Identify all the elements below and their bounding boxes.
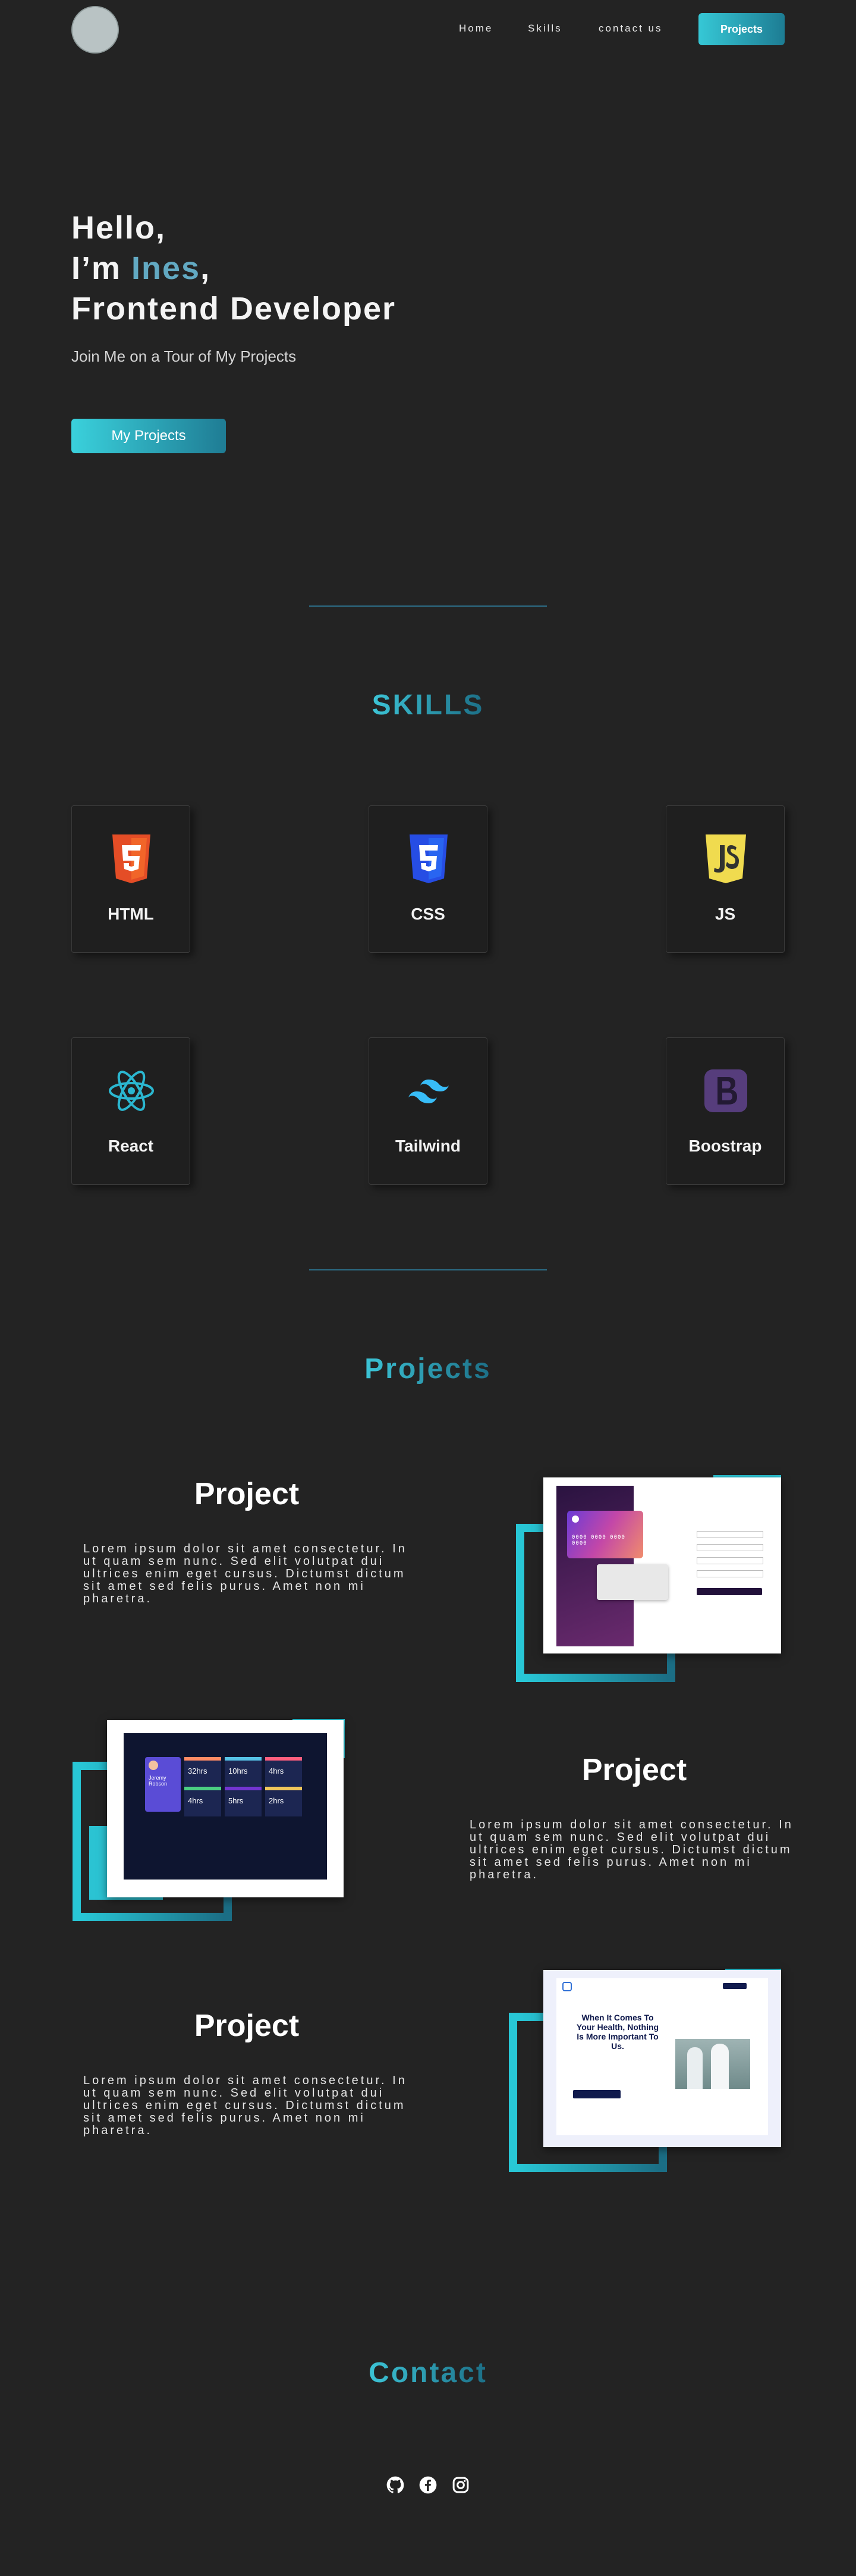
form-field[interactable] [697, 1570, 763, 1577]
project-screenshot[interactable]: Jeremy Robson 32hrs 10hrs 4hrs 4hrs 5hrs… [107, 1720, 344, 1897]
confirm-button[interactable] [697, 1588, 762, 1595]
nav-button[interactable] [723, 1983, 747, 1989]
project-screenshot[interactable]: When It Comes To Your Health, Nothing Is… [543, 1970, 781, 2147]
react-icon [109, 1071, 154, 1111]
stat-value: 32hrs [188, 1767, 207, 1775]
stat-value: 4hrs [188, 1796, 203, 1805]
instagram-icon[interactable] [452, 2476, 470, 2494]
skill-label: React [108, 1137, 154, 1155]
card-back [597, 1564, 668, 1600]
projects-nav-button[interactable]: Projects [698, 13, 785, 45]
bootstrap-icon [704, 1069, 747, 1112]
avatar [149, 1761, 158, 1770]
stat-card: 5hrs [225, 1787, 262, 1816]
project-description: Lorem ipsum dolor sit amet consectetur. … [83, 1542, 407, 1605]
skill-card-html: HTML [71, 805, 190, 953]
nav-home[interactable]: Home [459, 23, 493, 34]
hero-greeting: Hello, [71, 210, 166, 246]
stat-card: 4hrs [184, 1787, 221, 1816]
logo-icon [562, 1982, 572, 1991]
card-number: 0000 0000 0000 0000 [572, 1535, 625, 1546]
hero-intro-prefix: I’m [71, 250, 132, 286]
skill-card-react: React [71, 1037, 190, 1185]
skill-card-tailwind: Tailwind [369, 1037, 487, 1185]
cta-button[interactable] [573, 2090, 621, 2098]
hero-subtitle: Join Me on a Tour of My Projects [71, 347, 297, 365]
dashboard-screen: Jeremy Robson 32hrs 10hrs 4hrs 4hrs 5hrs… [124, 1733, 327, 1880]
health-heading: When It Comes To Your Health, Nothing Is… [576, 2013, 659, 2051]
profile-card: Jeremy Robson [145, 1757, 181, 1812]
nav-skills[interactable]: Skills [528, 23, 562, 34]
hero-role: Frontend Developer [71, 291, 396, 327]
my-projects-button[interactable]: My Projects [71, 419, 226, 453]
section-divider [309, 1269, 547, 1270]
contact-title-text: Contact [369, 2357, 487, 2389]
js-icon [706, 834, 746, 883]
projects-title-text: Projects [364, 1353, 492, 1385]
skill-label: CSS [411, 905, 445, 923]
projects-title: Projects [0, 1353, 856, 1385]
form-field[interactable] [697, 1544, 763, 1551]
profile-name: Jeremy Robson [149, 1775, 168, 1787]
skill-card-bootstrap: Boostrap [666, 1037, 785, 1185]
github-icon[interactable] [386, 2476, 404, 2494]
hero-intro: I’m Ines, [71, 250, 210, 287]
stat-card: 2hrs [265, 1787, 302, 1816]
skills-title-text: SKILLS [372, 689, 484, 721]
project-title: Project [581, 1753, 687, 1787]
stat-card: 4hrs [265, 1757, 302, 1787]
stat-value: 4hrs [269, 1767, 284, 1775]
facebook-icon[interactable] [419, 2476, 437, 2494]
contact-title: Contact [0, 2357, 856, 2389]
skill-card-js: JS [666, 805, 785, 953]
nav-contact[interactable]: contact us [599, 23, 663, 34]
form-field[interactable] [697, 1557, 763, 1564]
tailwind-icon [408, 1080, 449, 1103]
stat-value: 5hrs [228, 1796, 244, 1805]
skill-card-css: CSS [369, 805, 487, 953]
project-title: Project [194, 2009, 300, 2043]
stat-value: 2hrs [269, 1796, 284, 1805]
health-site: When It Comes To Your Health, Nothing Is… [556, 1978, 768, 2135]
avatar [71, 6, 119, 54]
stat-card: 10hrs [225, 1757, 262, 1787]
doctor-figure [687, 2047, 703, 2089]
project-description: Lorem ipsum dolor sit amet consectetur. … [83, 2074, 407, 2137]
skills-title: SKILLS [0, 689, 856, 721]
skill-label: Boostrap [688, 1137, 762, 1155]
css3-icon [410, 834, 448, 883]
project-description: Lorem ipsum dolor sit amet consectetur. … [470, 1818, 794, 1881]
card-chip [572, 1516, 579, 1523]
doctors-image [675, 2039, 750, 2089]
hero-intro-suffix: , [200, 250, 211, 286]
skill-label: HTML [108, 905, 154, 923]
project-screenshot[interactable]: 0000 0000 0000 0000 [543, 1477, 781, 1653]
stat-card: 32hrs [184, 1757, 221, 1787]
form-field[interactable] [697, 1531, 763, 1538]
skill-label: Tailwind [395, 1137, 461, 1155]
section-divider [309, 605, 547, 607]
skill-label: JS [715, 905, 736, 923]
hero-name: Ines [131, 250, 201, 286]
project-title: Project [194, 1477, 300, 1511]
doctor-figure [711, 2044, 729, 2089]
payment-card: 0000 0000 0000 0000 [567, 1511, 643, 1558]
stat-value: 10hrs [228, 1767, 248, 1775]
html5-icon [112, 834, 150, 883]
